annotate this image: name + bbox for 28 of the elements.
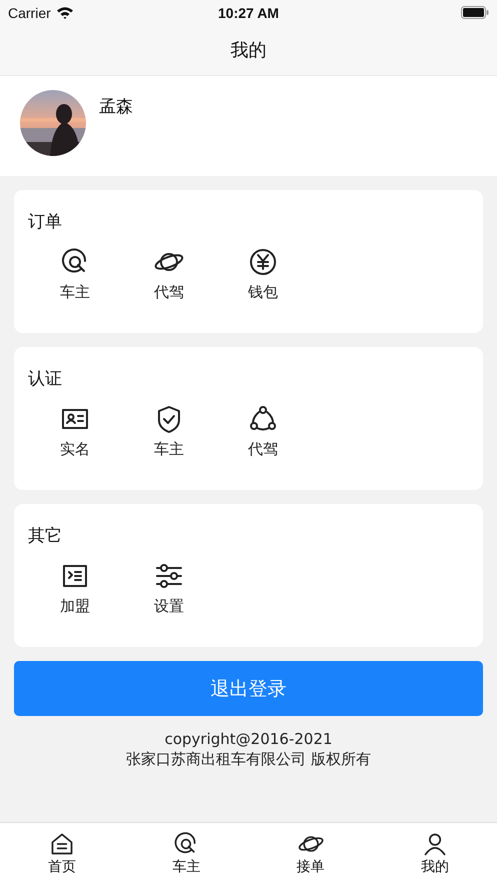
section-title: 订单 [28,211,62,233]
section-title: 其它 [28,525,62,547]
section-title: 认证 [28,368,62,390]
battery-icon [460,6,489,19]
nav-title: 我的 [230,39,266,62]
tab-item[interactable]: 首页 [0,823,124,883]
wifi-icon [56,6,74,19]
carrier-label: Carrier [8,4,51,20]
home-icon [49,830,76,856]
menu-item[interactable]: 设置 [122,561,216,616]
footer-text: copyright@2016-2021 [164,730,332,748]
sliders-icon [154,561,184,591]
menu-item[interactable]: 车主 [122,404,216,459]
status-time: 10:27 AM [218,4,279,20]
menu-item[interactable]: 代驾 [122,247,216,302]
footer-text: 张家口苏商出租车有限公司 版权所有 [126,750,371,769]
logout-button[interactable]: 退出登录 [14,661,483,716]
menu-item[interactable]: 实名 [28,404,122,459]
tab-item[interactable]: 接单 [248,823,373,883]
menu-item[interactable]: 钱包 [216,247,310,302]
yen-icon [248,247,278,277]
menu-item[interactable]: 加盟 [28,561,122,616]
tab-item[interactable]: 车主 [124,823,248,883]
menu-item[interactable]: 车主 [28,247,122,302]
menu-item[interactable]: 代驾 [216,404,310,459]
user-name: 孟森 [99,96,133,118]
tab-item[interactable]: 我的 [372,823,497,883]
person-icon [422,830,448,856]
